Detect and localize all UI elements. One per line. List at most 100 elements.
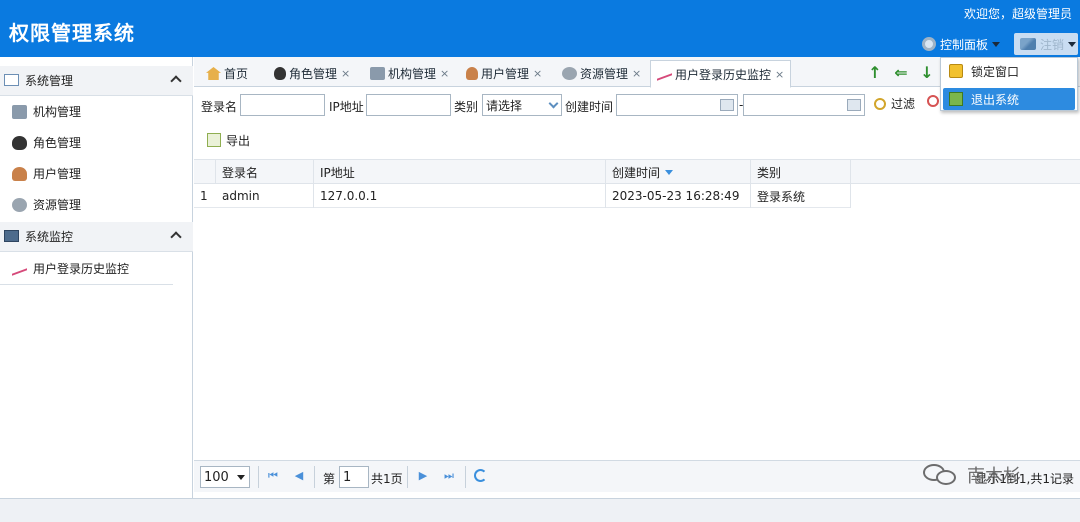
previous-page-icon[interactable]: ◀ xyxy=(292,469,306,483)
column-header-category[interactable]: 类别 xyxy=(751,160,851,184)
column-header-login-name[interactable]: 登录名 xyxy=(216,160,314,184)
sidebar-group-system-monitoring[interactable]: 系统监控 xyxy=(0,222,193,252)
penguin-icon xyxy=(274,67,286,80)
sidebar-group-title: 系统管理 xyxy=(25,74,74,88)
category-label: 类别 xyxy=(454,100,479,114)
table-row[interactable]: 1 admin 127.0.0.1 2023-05-23 16:28:49 登录… xyxy=(194,184,851,208)
logout-dropdown-menu: 锁定窗口 退出系统 xyxy=(940,57,1078,111)
line-chart-icon xyxy=(657,67,672,81)
last-page-icon[interactable]: ⏭ xyxy=(442,469,456,483)
resource-icon xyxy=(12,198,27,212)
control-panel-label: 控制面板 xyxy=(939,37,988,52)
category-select[interactable]: 请选择 xyxy=(482,94,562,116)
created-time-start-input[interactable] xyxy=(616,94,738,116)
building-icon xyxy=(12,105,27,119)
arrow-up-icon[interactable]: ↑ xyxy=(866,65,884,81)
sort-descending-icon xyxy=(665,169,674,175)
user-icon xyxy=(466,67,478,80)
sidebar-item-label: 资源管理 xyxy=(33,198,82,212)
arrow-down-icon[interactable]: ↓ xyxy=(918,65,936,81)
wechat-icon xyxy=(923,464,957,486)
close-icon[interactable]: × xyxy=(632,67,641,80)
table-header: 登录名 IP地址 创建时间 类别 xyxy=(194,159,1080,184)
calendar-icon[interactable] xyxy=(847,99,861,111)
tab-label: 角色管理 xyxy=(289,67,338,81)
export-label: 导出 xyxy=(226,133,251,148)
close-icon[interactable]: × xyxy=(533,67,542,80)
tab-label: 首页 xyxy=(224,67,249,81)
login-name-input[interactable] xyxy=(240,94,325,116)
refresh-icon[interactable] xyxy=(474,469,487,482)
search-icon xyxy=(874,97,886,110)
sidebar-item-resource-management[interactable]: 资源管理 xyxy=(0,189,173,220)
column-header-created-time[interactable]: 创建时间 xyxy=(606,160,751,184)
chevron-down-icon xyxy=(992,41,1000,47)
first-page-icon[interactable]: ⏮ xyxy=(266,469,280,483)
cell-created-time: 2023-05-23 16:28:49 xyxy=(606,184,751,208)
row-number-header xyxy=(194,160,216,184)
penguin-icon xyxy=(12,136,27,150)
page-size-value: 100 xyxy=(204,469,229,485)
line-chart-icon xyxy=(12,262,27,276)
total-pages-label: 共1页 xyxy=(371,472,403,486)
close-icon[interactable]: × xyxy=(440,67,449,80)
tab-label: 机构管理 xyxy=(388,67,437,81)
ip-label: IP地址 xyxy=(329,100,364,114)
login-name-label: 登录名 xyxy=(201,100,238,114)
pager-divider xyxy=(258,466,259,488)
created-time-end-input[interactable] xyxy=(743,94,865,116)
close-icon[interactable]: × xyxy=(775,68,784,81)
tab-user-management[interactable]: 用户管理 × xyxy=(466,60,542,87)
app-header: 权限管理系统 欢迎您，超级管理员 控制面板 注销 xyxy=(0,0,1080,57)
chevron-down-icon xyxy=(237,475,245,480)
control-panel-button[interactable]: 控制面板 xyxy=(921,33,1000,55)
sidebar-item-role-management[interactable]: 角色管理 xyxy=(0,127,173,158)
export-icon xyxy=(207,133,221,147)
column-header-ip[interactable]: IP地址 xyxy=(314,160,606,184)
tab-resource-management[interactable]: 资源管理 × xyxy=(562,60,641,87)
filter-button[interactable]: 过滤 xyxy=(874,95,915,112)
close-icon[interactable]: × xyxy=(341,67,350,80)
app-title: 权限管理系统 xyxy=(9,21,135,45)
gear-icon xyxy=(921,37,936,51)
footer-bar xyxy=(0,498,1080,522)
menu-item-label: 退出系统 xyxy=(971,92,1020,107)
cell-login-name: admin xyxy=(216,184,314,208)
sidebar-item-org-management[interactable]: 机构管理 xyxy=(0,96,173,127)
page-number-value: 1 xyxy=(343,469,352,485)
calendar-icon[interactable] xyxy=(720,99,734,111)
logout-label: 注销 xyxy=(1040,37,1065,52)
tab-navigation: ↑ ⇐ ↓ xyxy=(866,62,942,84)
page-number-input[interactable]: 1 xyxy=(339,466,369,488)
tab-home[interactable]: 首页 xyxy=(206,60,248,87)
tab-org-management[interactable]: 机构管理 × xyxy=(370,60,449,87)
sidebar-item-label: 机构管理 xyxy=(33,105,82,119)
wrench-icon xyxy=(1020,38,1036,50)
logout-button[interactable]: 注销 xyxy=(1014,33,1078,55)
page-prefix-label: 第 xyxy=(323,472,336,486)
next-page-icon[interactable]: ▶ xyxy=(416,469,430,483)
tab-label: 用户管理 xyxy=(481,67,530,81)
cell-ip: 127.0.0.1 xyxy=(314,184,606,208)
menu-item-lock-window[interactable]: 锁定窗口 xyxy=(943,60,1075,82)
sidebar-item-login-history-monitor[interactable]: 用户登录历史监控 xyxy=(0,253,173,284)
created-time-label: 创建时间 xyxy=(565,100,614,114)
sidebar-group-system-management[interactable]: 系统管理 xyxy=(0,66,193,96)
menu-item-exit-system[interactable]: 退出系统 xyxy=(943,88,1075,110)
tab-label: 资源管理 xyxy=(580,67,629,81)
tab-login-history-monitor[interactable]: 用户登录历史监控 × xyxy=(650,60,792,88)
toolbar: 导出 xyxy=(207,131,250,149)
sidebar-item-user-management[interactable]: 用户管理 xyxy=(0,158,173,189)
arrow-left-icon[interactable]: ⇐ xyxy=(892,65,910,81)
cell-category: 登录系统 xyxy=(751,184,851,208)
tab-role-management[interactable]: 角色管理 × xyxy=(274,60,350,87)
ip-input[interactable] xyxy=(366,94,451,116)
chevron-down-icon xyxy=(1068,41,1077,47)
sidebar-item-label: 用户管理 xyxy=(33,167,82,181)
pager-divider xyxy=(465,466,466,488)
page-size-select[interactable]: 100 xyxy=(200,466,250,488)
chevron-up-icon[interactable] xyxy=(170,75,182,87)
pager-divider xyxy=(314,466,315,488)
chevron-up-icon[interactable] xyxy=(170,231,182,243)
export-button[interactable]: 导出 xyxy=(207,132,250,149)
